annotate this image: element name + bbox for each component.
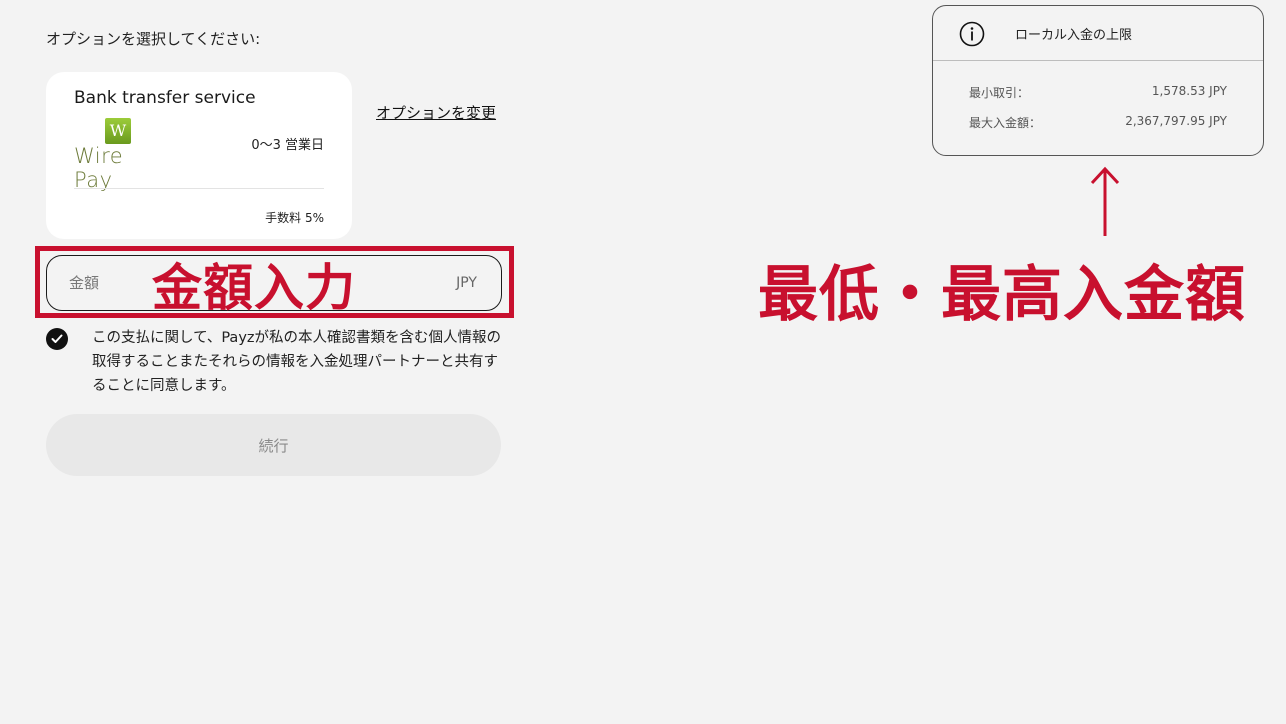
payment-option-card[interactable]: Bank transfer service W Wire Pay 0〜3 営業日… bbox=[46, 72, 352, 239]
check-circle-icon[interactable] bbox=[46, 328, 68, 350]
info-icon bbox=[959, 21, 985, 47]
card-divider bbox=[74, 188, 324, 189]
max-deposit-row: 最大入金額： 2,367,797.95 JPY bbox=[969, 114, 1227, 131]
deposit-limits-panel: ローカル入金の上限 最小取引： 1,578.53 JPY 最大入金額： 2,36… bbox=[932, 5, 1264, 156]
limits-header: ローカル入金の上限 bbox=[933, 6, 1263, 61]
option-title: Bank transfer service bbox=[74, 88, 256, 108]
max-value: 2,367,797.95 JPY bbox=[1125, 114, 1227, 128]
logo-badge: W bbox=[105, 118, 131, 144]
deposit-page: オプションを選択してください: Bank transfer service W … bbox=[0, 0, 1286, 724]
fee-label: 手数料 5% bbox=[265, 211, 324, 225]
wire-pay-logo: W Wire Pay bbox=[74, 118, 166, 192]
processing-time: 0〜3 営業日 bbox=[251, 138, 324, 153]
amount-annotation: 金額入力 bbox=[152, 259, 356, 317]
consent-text: この支払に関して、Payzが私の本人確認書類を含む個人情報の取得することまたそれ… bbox=[92, 330, 502, 394]
limits-annotation: 最低・最高入金額 bbox=[758, 260, 1246, 330]
select-option-label: オプションを選択してください: bbox=[46, 30, 261, 48]
min-label: 最小取引： bbox=[969, 86, 1030, 100]
min-transaction-row: 最小取引： 1,578.53 JPY bbox=[969, 84, 1227, 101]
change-option-link[interactable]: オプションを変更 bbox=[376, 102, 496, 123]
min-value: 1,578.53 JPY bbox=[1151, 84, 1227, 98]
limits-title: ローカル入金の上限 bbox=[1015, 28, 1133, 43]
logo-wordmark: Wire Pay bbox=[74, 144, 124, 192]
continue-button[interactable]: 続行 bbox=[46, 414, 501, 476]
arrow-up-icon bbox=[1090, 166, 1120, 236]
max-label: 最大入金額： bbox=[969, 116, 1042, 130]
